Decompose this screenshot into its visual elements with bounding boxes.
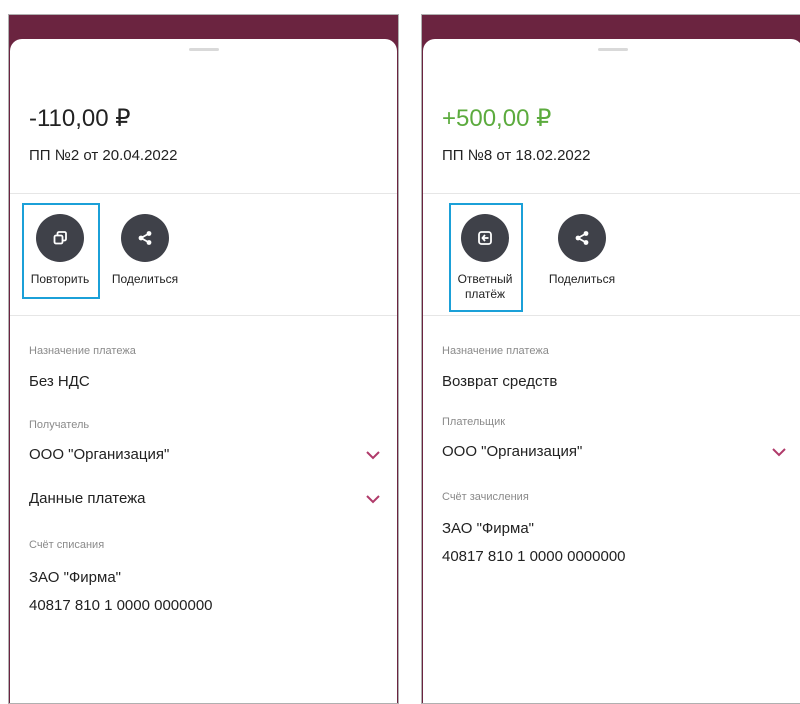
highlight-frame	[449, 203, 523, 312]
purpose-value: Возврат средств	[442, 373, 558, 390]
divider	[10, 193, 397, 194]
account-number: 40817 810 1 0000 0000000	[29, 597, 213, 614]
share-button-label: Поделиться	[548, 272, 616, 286]
share-button[interactable]: Поделиться	[105, 202, 185, 287]
share-icon	[138, 231, 152, 245]
purpose-caption: Назначение платежа	[442, 345, 549, 357]
account-name: ЗАО "Фирма"	[442, 520, 534, 537]
payment-amount: +500,00 ₽	[442, 105, 552, 132]
highlight-frame	[22, 203, 100, 299]
purpose-value: Без НДС	[29, 373, 90, 390]
account-number: 40817 810 1 0000 0000000	[442, 548, 626, 565]
divider	[10, 315, 397, 316]
payment-data-expander[interactable]: Данные платежа	[29, 490, 146, 507]
debit-account-caption: Счёт списания	[29, 539, 105, 551]
payment-document-number: ПП №2 от 20.04.2022	[29, 147, 178, 164]
chevron-down-icon[interactable]	[771, 447, 787, 457]
share-icon	[575, 231, 589, 245]
share-icon-circle	[121, 214, 169, 262]
credit-account-caption: Счёт зачисления	[442, 491, 529, 503]
purpose-caption: Назначение платежа	[29, 345, 136, 357]
payment-amount: -110,00 ₽	[29, 105, 131, 132]
payment-document-number: ПП №8 от 18.02.2022	[442, 147, 591, 164]
payment-details-screen-debit: -110,00 ₽ ПП №2 от 20.04.2022 Повторить	[8, 14, 399, 704]
payer-caption: Плательщик	[442, 416, 506, 428]
bottom-sheet: -110,00 ₽ ПП №2 от 20.04.2022 Повторить	[10, 39, 397, 703]
payment-details-screen-credit: +500,00 ₽ ПП №8 от 18.02.2022 Ответный п…	[421, 14, 800, 704]
recipient-caption: Получатель	[29, 419, 90, 431]
sheet-drag-handle[interactable]	[598, 48, 628, 51]
chevron-down-icon[interactable]	[365, 494, 381, 504]
share-button[interactable]: Поделиться	[542, 202, 622, 287]
recipient-value[interactable]: ООО "Организация"	[29, 446, 169, 463]
chevron-down-icon[interactable]	[365, 450, 381, 460]
sheet-drag-handle[interactable]	[188, 48, 219, 51]
account-name: ЗАО "Фирма"	[29, 569, 121, 586]
divider	[423, 193, 800, 194]
bottom-sheet: +500,00 ₽ ПП №8 от 18.02.2022 Ответный п…	[423, 39, 800, 703]
share-button-label: Поделиться	[111, 272, 179, 286]
share-icon-circle	[558, 214, 606, 262]
divider	[423, 315, 800, 316]
payer-value[interactable]: ООО "Организация"	[442, 443, 582, 460]
